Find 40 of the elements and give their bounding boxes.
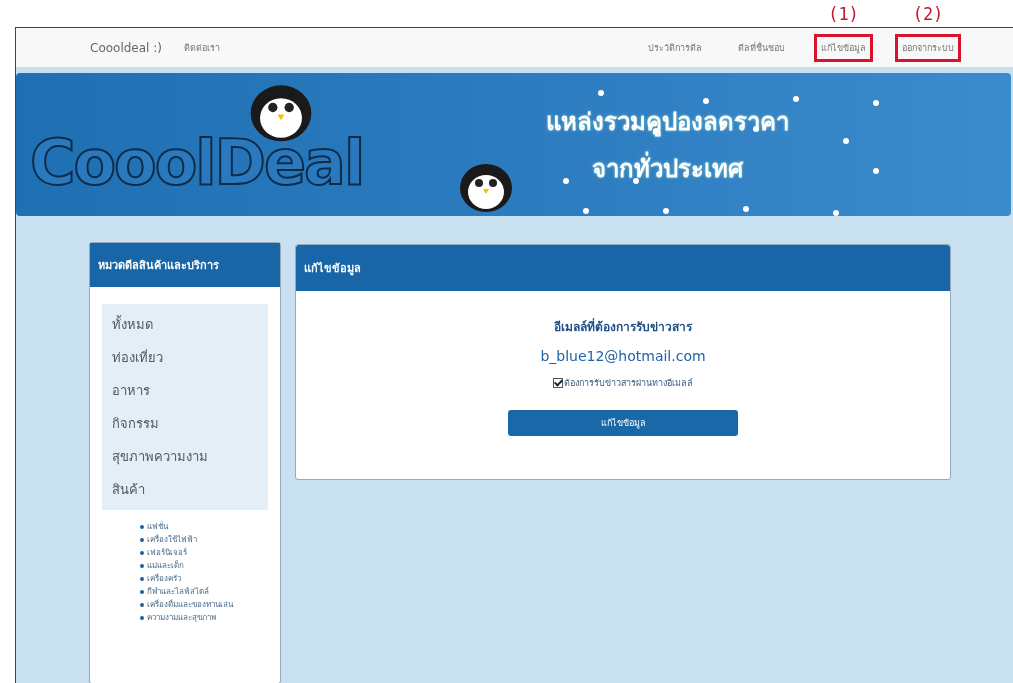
subcategory-link[interactable]: แฟชั่น (147, 520, 168, 533)
email-value: b_blue12@hotmail.com (540, 348, 706, 364)
field-label: อีเมลล์ที่ต้องการรับข่าวสาร (554, 317, 692, 336)
highlighted-nav-link[interactable]: แก้ไขข้อมูล (814, 33, 873, 62)
nav-link[interactable]: ติดต่อเรา (183, 40, 220, 55)
banner-tagline: แหล่งรวมคูปองลดราคา (546, 106, 789, 139)
bullet-icon (140, 576, 144, 581)
checkbox-label: ต้องการรับข่าวสารผ่านทางอีเมลล์ (564, 377, 693, 390)
subcategory-link[interactable]: เครื่องครัว (147, 572, 181, 585)
bullet-icon (140, 602, 144, 607)
category-link[interactable]: กิจกรรม (102, 407, 268, 440)
edit-button[interactable]: แก้ไขข้อมูล (508, 410, 738, 436)
checkbox[interactable] (553, 378, 563, 388)
bullet-icon (140, 550, 144, 555)
highlighted-nav-link[interactable]: ออกจากระบบ (895, 33, 961, 62)
annotation-label: (1) (828, 3, 859, 24)
category-link[interactable]: สุขภาพความงาม (102, 440, 268, 473)
category-link[interactable]: ทั้งหมด (102, 308, 268, 341)
banner-tagline: จากทั่วประเทศ (592, 148, 743, 188)
annotation-label: (2) (912, 3, 944, 24)
bullet-icon (140, 589, 144, 594)
subcategory-link[interactable]: เครื่องใช้ไฟฟ้า (147, 533, 197, 546)
category-link[interactable]: ท่องเที่ยว (102, 341, 268, 374)
bullet-icon (140, 524, 144, 529)
sidebar-title: หมวดดีลสินค้าและบริการ (90, 243, 280, 287)
bullet-icon (140, 563, 144, 568)
subcategory-link[interactable]: แม่และเด็ก (147, 559, 184, 572)
bullet-icon (140, 537, 144, 542)
nav-link[interactable]: ดีลที่ชื่นชอบ (731, 33, 792, 62)
category-link[interactable]: สินค้า (102, 473, 268, 506)
subcategory-link[interactable]: ความงามและสุขภาพ (147, 611, 216, 624)
category-link[interactable]: อาหาร (102, 374, 268, 407)
panel-title: แก้ไขข้อมูล (296, 245, 950, 291)
logo: CooolDeal (30, 126, 364, 200)
subcategory-link[interactable]: เครื่องดื่มและของทานเล่น (147, 598, 233, 611)
nav-link[interactable]: ประวัติการดีล (641, 33, 709, 62)
subcategory-link[interactable]: กีฬาและไลฟ์สไตล์ (147, 585, 209, 598)
subcategory-link[interactable]: เฟอร์นิเจอร์ (147, 546, 187, 559)
brand-name[interactable]: Coooldeal :) (90, 40, 162, 55)
bullet-icon (140, 615, 144, 620)
